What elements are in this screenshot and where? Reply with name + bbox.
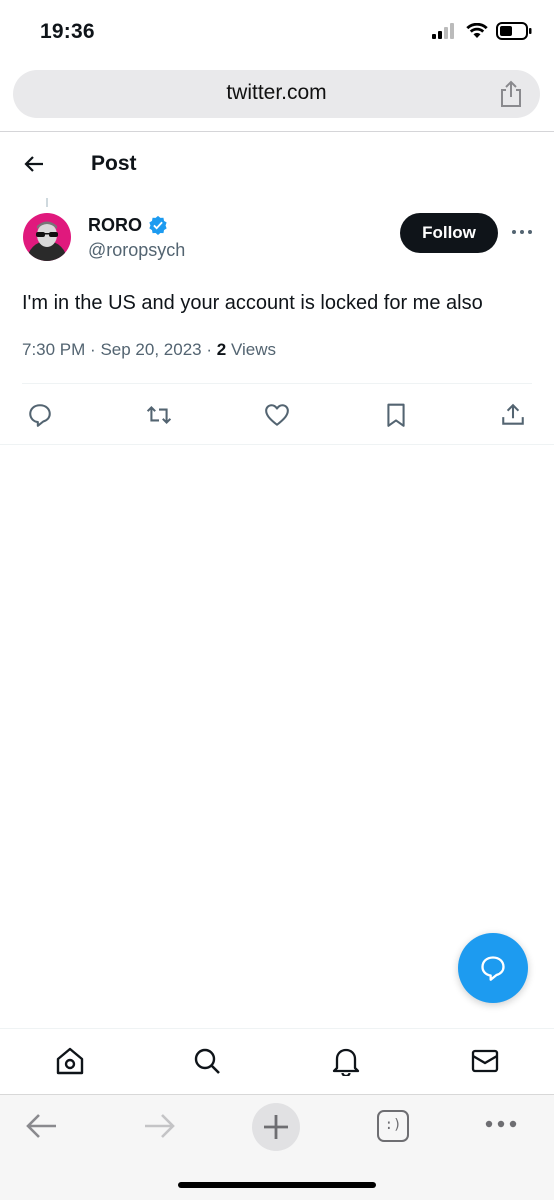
- meta-separator: ·: [206, 340, 213, 359]
- retweet-icon[interactable]: [146, 402, 172, 428]
- url-text[interactable]: twitter.com: [13, 81, 540, 105]
- battery-icon: [496, 22, 532, 40]
- follow-button[interactable]: Follow: [400, 213, 498, 253]
- tweet-date[interactable]: Sep 20, 2023: [100, 340, 201, 359]
- post-header: Post: [0, 140, 554, 190]
- status-icons: [432, 22, 532, 40]
- notifications-icon[interactable]: [331, 1046, 361, 1076]
- divider: [22, 383, 532, 384]
- home-icon[interactable]: [55, 1046, 85, 1076]
- share-icon[interactable]: [500, 402, 526, 428]
- reply-icon[interactable]: [27, 402, 53, 428]
- author-handle[interactable]: @roropsych: [88, 240, 185, 261]
- divider: [0, 444, 554, 445]
- home-indicator: [178, 1182, 376, 1188]
- back-arrow-icon[interactable]: [22, 152, 46, 176]
- bottom-navigation: [0, 1028, 554, 1094]
- thread-line: [46, 198, 48, 207]
- tweet-actions: [0, 396, 554, 436]
- like-icon[interactable]: [264, 402, 290, 428]
- new-tab-icon: [264, 1115, 288, 1139]
- verified-badge-icon: [149, 215, 167, 235]
- compose-reply-button[interactable]: [458, 933, 528, 1003]
- tweet-text: I'm in the US and your account is locked…: [22, 292, 483, 314]
- search-icon[interactable]: [192, 1046, 222, 1076]
- new-tab-button[interactable]: [252, 1103, 300, 1151]
- messages-icon[interactable]: [470, 1046, 500, 1076]
- tabs-button[interactable]: :): [377, 1110, 409, 1142]
- back-icon[interactable]: [26, 1112, 58, 1140]
- meta-separator: ·: [90, 340, 96, 359]
- tweet-time[interactable]: 7:30 PM: [22, 340, 85, 359]
- share-icon[interactable]: [498, 80, 524, 108]
- tweet-meta: 7:30 PM · Sep 20, 2023 · 2 Views: [22, 340, 276, 360]
- page-title: Post: [91, 152, 137, 175]
- wifi-icon: [466, 23, 488, 38]
- status-bar: 19:36: [0, 0, 554, 64]
- compose-reply-icon: [481, 956, 505, 981]
- views-label: Views: [230, 340, 276, 359]
- divider: [0, 131, 554, 132]
- cellular-signal-icon: [432, 23, 454, 39]
- views-count: 2: [216, 340, 227, 359]
- forward-icon[interactable]: [143, 1112, 175, 1140]
- avatar-image: [23, 213, 71, 261]
- more-options-icon[interactable]: [510, 222, 534, 242]
- address-bar[interactable]: twitter.com: [13, 70, 540, 118]
- author-name[interactable]: RORO: [88, 215, 142, 236]
- more-icon[interactable]: [484, 1119, 518, 1129]
- avatar[interactable]: [23, 213, 71, 261]
- status-time: 19:36: [40, 20, 95, 43]
- bookmark-icon[interactable]: [383, 402, 409, 428]
